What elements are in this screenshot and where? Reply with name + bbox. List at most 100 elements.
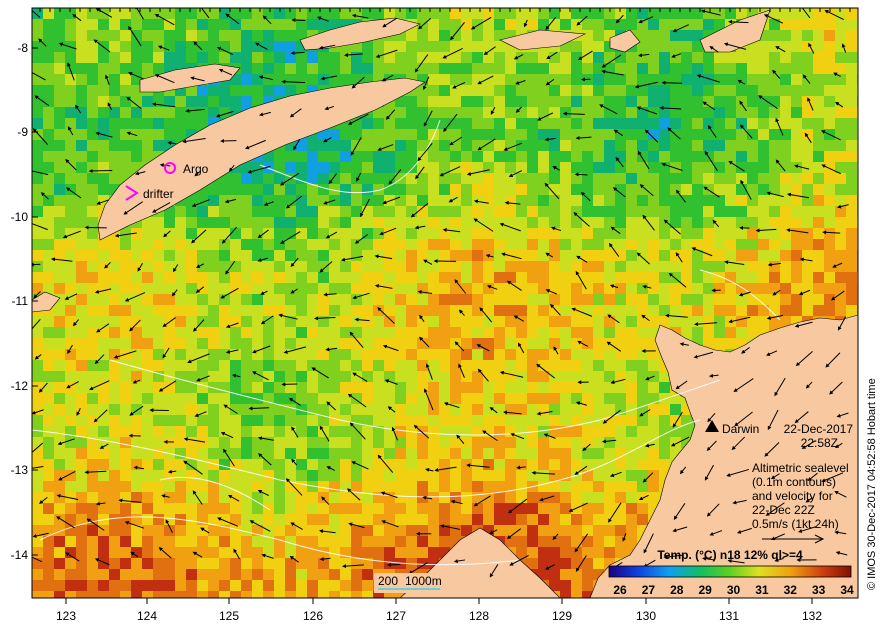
colorbar-gradient: [608, 565, 852, 578]
sst-cell: [802, 239, 813, 250]
sst-cell: [307, 52, 318, 63]
sst-cell: [406, 173, 417, 184]
sst-cell: [538, 305, 549, 316]
sst-cell: [384, 437, 395, 448]
sst-cell: [527, 558, 538, 569]
sst-cell: [516, 261, 527, 272]
sst-cell: [472, 85, 483, 96]
sst-cell: [439, 536, 450, 547]
sst-cell: [274, 437, 285, 448]
sst-cell: [142, 140, 153, 151]
sst-cell: [692, 173, 703, 184]
sst-cell: [626, 316, 637, 327]
sst-cell: [186, 580, 197, 591]
sst-cell: [582, 327, 593, 338]
sst-cell: [703, 261, 714, 272]
sst-cell: [472, 481, 483, 492]
sst-cell: [483, 514, 494, 525]
sst-cell: [802, 30, 813, 41]
sst-cell: [472, 305, 483, 316]
sst-cell: [362, 338, 373, 349]
sst-cell: [560, 294, 571, 305]
sst-cell: [527, 261, 538, 272]
sst-cell: [626, 140, 637, 151]
sst-cell: [835, 19, 846, 30]
sst-cell: [626, 272, 637, 283]
sst-cell: [549, 448, 560, 459]
sst-cell: [505, 162, 516, 173]
sst-cell: [197, 107, 208, 118]
sst-cell: [54, 217, 65, 228]
sst-cell: [285, 19, 296, 30]
sst-cell: [329, 305, 340, 316]
sst-cell: [109, 459, 120, 470]
sst-cell: [76, 525, 87, 536]
sst-cell: [593, 30, 604, 41]
sst-cell: [406, 206, 417, 217]
sst-cell: [857, 338, 858, 349]
sst-cell: [43, 30, 54, 41]
sst-cell: [560, 140, 571, 151]
sst-cell: [560, 184, 571, 195]
sst-cell: [131, 448, 142, 459]
sst-cell: [186, 371, 197, 382]
sst-cell: [54, 239, 65, 250]
sst-cell: [538, 85, 549, 96]
sst-cell: [230, 206, 241, 217]
sst-cell: [208, 217, 219, 228]
sst-cell: [670, 162, 681, 173]
sst-cell: [395, 261, 406, 272]
sst-cell: [120, 41, 131, 52]
sst-cell: [186, 547, 197, 558]
sst-cell: [76, 591, 87, 598]
sst-cell: [384, 118, 395, 129]
sst-cell: [483, 239, 494, 250]
sst-cell: [417, 426, 428, 437]
sst-cell: [593, 305, 604, 316]
sst-cell: [76, 481, 87, 492]
sst-cell: [43, 327, 54, 338]
sst-cell: [142, 63, 153, 74]
sst-cell: [164, 591, 175, 598]
sst-cell: [439, 305, 450, 316]
sst-cell: [637, 140, 648, 151]
sst-cell: [230, 239, 241, 250]
sst-cell: [450, 338, 461, 349]
sst-cell: [769, 41, 780, 52]
sst-cell: [560, 228, 571, 239]
sst-cell: [494, 393, 505, 404]
sst-cell: [241, 52, 252, 63]
sst-cell: [230, 338, 241, 349]
sst-cell: [252, 305, 263, 316]
sst-cell: [626, 63, 637, 74]
sst-cell: [769, 239, 780, 250]
sst-cell: [263, 195, 274, 206]
sst-cell: [351, 481, 362, 492]
sst-cell: [615, 481, 626, 492]
sst-cell: [593, 118, 604, 129]
sst-cell: [483, 129, 494, 140]
sst-cell: [857, 63, 858, 74]
sst-cell: [43, 459, 54, 470]
sst-cell: [461, 305, 472, 316]
sst-cell: [54, 327, 65, 338]
sst-cell: [846, 283, 857, 294]
sst-cell: [197, 580, 208, 591]
sst-cell: [637, 360, 648, 371]
sst-cell: [142, 129, 153, 140]
sst-cell: [54, 184, 65, 195]
sst-cell: [450, 30, 461, 41]
sst-cell: [692, 294, 703, 305]
sst-cell: [351, 426, 362, 437]
sst-cell: [54, 514, 65, 525]
sst-cell: [626, 228, 637, 239]
sst-cell: [483, 206, 494, 217]
sst-cell: [692, 217, 703, 228]
sst-cell: [538, 525, 549, 536]
sst-cell: [780, 52, 791, 63]
sst-cell: [857, 272, 858, 283]
sst-cell: [703, 305, 714, 316]
sst-cell: [538, 536, 549, 547]
sst-cell: [318, 338, 329, 349]
sst-cell: [197, 338, 208, 349]
